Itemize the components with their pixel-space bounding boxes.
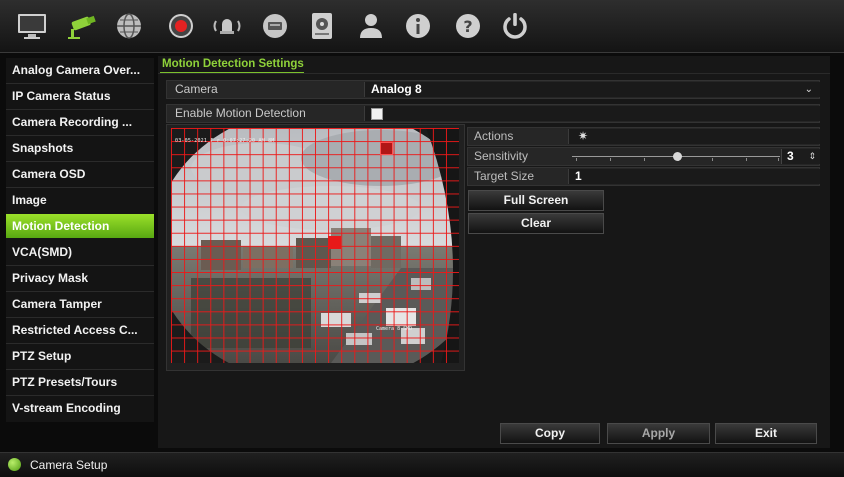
storage-icon[interactable] [304,8,340,44]
sidebar-item-analog-camera-overview[interactable]: Analog Camera Over... [6,58,154,82]
sidebar-item-camera-recording[interactable]: Camera Recording ... [6,110,154,134]
sidebar-item-ptz-setup[interactable]: PTZ Setup [6,344,154,368]
alarm-icon[interactable] [209,8,245,44]
slider-tick [778,158,779,161]
record-icon[interactable] [163,8,199,44]
sidebar-item-camera-osd[interactable]: Camera OSD [6,162,154,186]
clear-button[interactable]: Clear [468,213,604,234]
slider-tick [746,158,747,161]
copy-button[interactable]: Copy [500,423,600,444]
monitor-icon[interactable] [14,8,50,44]
sensitivity-stepper[interactable]: 3 ⇕ [781,149,820,164]
target-size-value-box [568,169,820,184]
sidebar-item-ptz-presets-tours[interactable]: PTZ Presets/Tours [6,370,154,394]
sidebar-item-ip-camera-status[interactable]: IP Camera Status [6,84,154,108]
enable-value-box [364,106,820,121]
exit-button[interactable]: Exit [715,423,817,444]
actions-value-box [568,129,820,144]
slider-tick [712,158,713,161]
motion-grid-preview[interactable]: 03-05-2021 F r 0:07:27:20 AM 8M Camera 8… [171,128,459,363]
motion-indicator-icon [380,142,393,155]
apply-button[interactable]: Apply [607,423,710,444]
network-icon[interactable] [111,8,147,44]
status-bar: Camera Setup [0,452,844,477]
actions-label: Actions [474,129,514,143]
preview-frame: 03-05-2021 F r 0:07:27:20 AM 8M Camera 8… [166,124,465,371]
chevron-down-icon[interactable]: ⌄ [805,81,813,98]
slider-tick [644,158,645,161]
grid-cell-selected[interactable] [328,236,341,249]
user-icon[interactable] [353,8,389,44]
main-panel: Motion Detection Settings Camera Analog … [158,56,830,448]
help-icon[interactable]: ? [450,8,486,44]
target-size-row: Target Size 1 [467,167,820,186]
device-icon[interactable] [257,8,293,44]
sidebar-item-motion-detection[interactable]: Motion Detection [6,214,154,238]
target-size-value[interactable]: 1 [575,168,582,185]
top-toolbar: ? [0,0,844,53]
enable-motion-detection-checkbox[interactable] [371,108,383,120]
sidebar-item-privacy-mask[interactable]: Privacy Mask [6,266,154,290]
sidebar-item-restricted-access[interactable]: Restricted Access C... [6,318,154,342]
slider-tick [610,158,611,161]
enable-motion-detection-label: Enable Motion Detection [175,106,306,120]
status-icon [8,458,21,471]
page-title: Motion Detection Settings [160,58,304,74]
camera-select[interactable]: Camera Analog 8 ⌄ [166,80,820,99]
target-size-label: Target Size [474,169,535,183]
sensitivity-value: 3 [787,149,794,163]
sidebar-item-v-stream-encoding[interactable]: V-stream Encoding [6,396,154,420]
settings-sidebar: Analog Camera Over... IP Camera Status C… [6,58,154,422]
sidebar-item-image[interactable]: Image [6,188,154,212]
camera-value: Analog 8 [371,82,422,96]
full-screen-button[interactable]: Full Screen [468,190,604,211]
motion-detection-grid[interactable] [171,128,459,363]
camera-label: Camera [175,82,218,96]
preview-camera-label: Camera 8 SMD [376,326,413,332]
svg-text:?: ? [463,17,472,36]
preview-osd-text: 03-05-2021 F r 0:07:27:20 AM 8M [175,138,275,144]
camera-icon[interactable] [64,8,100,44]
camera-value-box [364,82,820,97]
sidebar-item-camera-tamper[interactable]: Camera Tamper [6,292,154,316]
sensitivity-slider-knob[interactable] [673,152,682,161]
status-text: Camera Setup [30,458,108,472]
sidebar-item-snapshots[interactable]: Snapshots [6,136,154,160]
title-divider [158,73,830,74]
actions-row: Actions ✷ [467,127,820,146]
power-icon[interactable] [497,8,533,44]
slider-tick [576,158,577,161]
enable-motion-detection-row: Enable Motion Detection [166,104,820,123]
stepper-arrows-icon[interactable]: ⇕ [808,149,816,164]
sidebar-item-vca-smd[interactable]: VCA(SMD) [6,240,154,264]
sensitivity-label: Sensitivity [474,149,529,163]
info-icon[interactable] [400,8,436,44]
gear-icon[interactable]: ✷ [578,129,588,143]
sensitivity-row: Sensitivity 3 ⇕ [467,147,820,166]
